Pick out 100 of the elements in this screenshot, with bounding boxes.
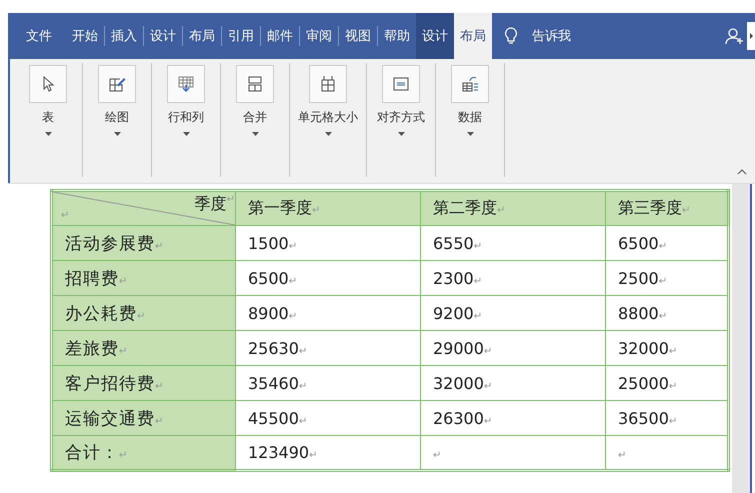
table-cell: 29000 [433,338,484,358]
paragraph-mark: ↵ [484,416,492,426]
paragraph-mark: ↵ [497,205,506,216]
paragraph-mark: ↵ [298,346,308,356]
paragraph-mark: ↵ [288,276,298,286]
data-icon [461,75,479,93]
dropdown-caret-icon [466,132,474,136]
paragraph-mark: ↵ [312,205,320,216]
paragraph-mark: ↵ [155,416,164,426]
ribbon-tab[interactable]: 审阅 [300,13,338,59]
row-header: 运输交通费 [65,408,155,428]
align-text-icon [392,75,410,93]
dropdown-caret-icon [252,132,258,136]
row-header: 合计： [65,443,119,463]
column-header: 第二季度 [433,198,497,217]
dropdown-caret-icon [398,132,404,136]
lightbulb-icon[interactable] [504,27,518,45]
paragraph-mark: ↵ [155,380,164,392]
paragraph-mark: ↵ [226,194,235,207]
table-cell: 8800 [618,304,659,322]
ribbon-tab[interactable]: 引用 [222,13,260,59]
ribbon-button[interactable]: 合并 [236,65,274,145]
dropdown-caret-icon [114,132,120,136]
paragraph-mark: ↵ [682,205,690,216]
ribbon-button[interactable]: 对齐方式 [377,65,425,145]
ribbon-button[interactable]: 表 [29,65,67,145]
column-header: 第三季度 [618,198,682,217]
table-cell: 6500 [248,268,289,288]
ribbon-button[interactable]: 行和列 [167,65,205,145]
cell-size-icon [319,75,337,93]
ribbon-tab[interactable]: 文件 [16,13,66,59]
paragraph-mark: ↵ [658,276,668,286]
ribbon-tab[interactable]: 布局 [454,13,492,59]
scroll-right-icon[interactable] [747,22,755,50]
table-arrow-icon [177,75,195,93]
table-cell: 36500 [618,408,669,428]
paragraph-mark: ↵ [137,310,146,322]
paragraph-mark: ↵ [119,346,128,356]
paragraph-mark: ↵ [474,310,482,322]
paragraph-mark: ↵ [298,416,308,426]
dropdown-caret-icon [182,132,190,136]
add-person-icon[interactable] [725,27,745,45]
paragraph-mark: ↵ [155,240,164,252]
table-cell: 32000 [618,338,669,358]
ribbon-tab[interactable]: 插入 [105,13,143,59]
paragraph-mark: ↵ [658,240,668,252]
paragraph-mark: ↵ [474,240,482,252]
ribbon-tab[interactable]: 开始 [66,13,104,59]
ribbon-tab[interactable]: 视图 [339,13,377,59]
paragraph-mark: ↵ [309,450,318,461]
table-cell: 2300 [433,268,474,288]
header-label: 季度 [194,194,227,215]
table-cell: 26300 [433,408,484,428]
paragraph-mark: ↵ [484,380,492,392]
table-cell: 45500 [248,408,299,428]
row-header: 活动参展费 [65,234,155,254]
table-cell: 2500 [618,268,659,288]
dropdown-caret-icon [324,132,332,136]
table-cell: 9200 [433,304,474,322]
ribbon-button[interactable]: 数据 [451,65,489,145]
paragraph-mark: ↵ [668,380,678,392]
ribbon-button[interactable]: 绘图 [98,65,136,145]
ribbon-tab[interactable]: 设计 [416,13,454,59]
table-cell: 25000 [618,374,669,392]
table-cell: 8900 [248,304,289,322]
row-header: 招聘费 [65,268,119,288]
ribbon-tab[interactable]: 帮助 [378,13,416,59]
paragraph-mark: ↵ [288,310,298,322]
ribbon-button[interactable]: 单元格大小 [298,65,358,145]
ribbon-tab[interactable]: 设计 [144,13,182,59]
paragraph-mark: ↵ [618,450,626,461]
column-header: 第一季度 [248,198,312,217]
merge-cells-icon [246,75,264,93]
paragraph-mark: ↵ [668,416,678,426]
table-cell: 6550 [433,234,474,252]
row-header: 差旅费 [65,338,119,358]
paragraph-mark: ↵ [668,346,678,356]
table-pencil-icon [108,75,126,93]
ribbon-tab[interactable]: 布局 [183,13,221,59]
row-header: 客户招待费 [65,374,155,394]
table-cell: 35460 [248,374,299,392]
paragraph-mark: ↵ [484,346,492,356]
paragraph-mark: ↵ [298,380,308,392]
tell-me-button[interactable]: 告诉我 [528,27,575,45]
paragraph-mark: ↵ [433,450,442,461]
paragraph-mark: ↵ [288,240,298,252]
dropdown-caret-icon [44,132,52,136]
table-cell: 123490 [248,443,310,462]
ribbon-tab[interactable]: 邮件 [261,13,299,59]
paragraph-mark: ↵ [119,276,128,286]
paragraph-mark: ↵ [61,210,70,221]
collapse-ribbon-icon[interactable] [737,169,747,175]
table-cell: 25630 [248,338,299,358]
paragraph-mark: ↵ [474,276,482,286]
paragraph-mark: ↵ [658,310,668,322]
table-cell: 1500 [248,234,289,252]
paragraph-mark: ↵ [119,450,128,461]
table-cell: 6500 [618,234,659,252]
row-header: 办公耗费 [65,304,137,324]
table-cell: 32000 [433,374,484,392]
